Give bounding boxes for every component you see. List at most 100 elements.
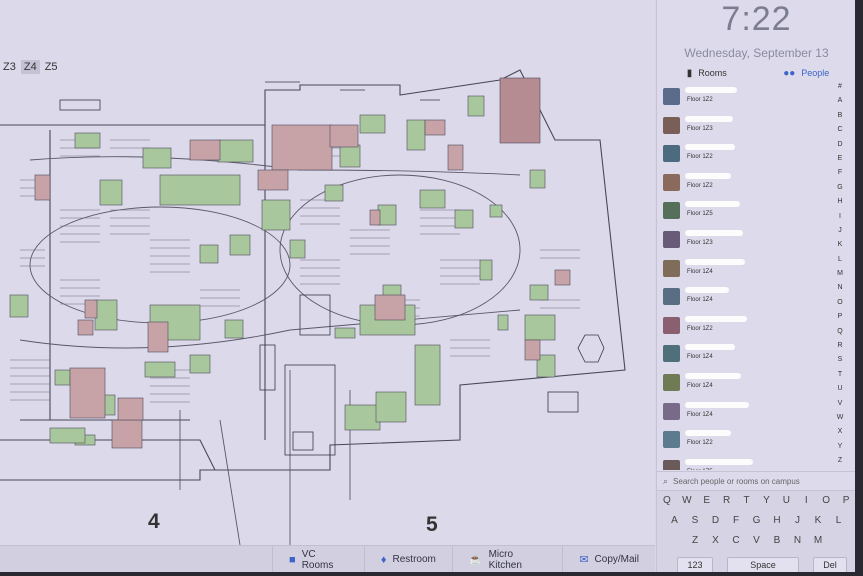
key[interactable]: W: [677, 495, 697, 506]
alphabet-index[interactable]: # A B C D E F G H I J K L M N O P Q R S T U V W X Y Z: [831, 80, 849, 469]
alphabet-letter[interactable]: R: [831, 339, 849, 353]
alphabet-letter[interactable]: P: [831, 310, 849, 324]
person-floor: Floor 1Z4: [687, 382, 713, 389]
redacted-name: [685, 372, 741, 379]
legend-copy-mail[interactable]: ✉ Copy/Mail: [562, 546, 655, 572]
list-item[interactable]: Floor 1Z3: [657, 227, 827, 256]
list-item[interactable]: Floor 1Z5: [657, 198, 827, 227]
rooms-people-toggle: ▮ Rooms ●● People: [657, 62, 855, 84]
alphabet-letter[interactable]: J: [831, 224, 849, 238]
alphabet-letter[interactable]: Z: [831, 454, 849, 468]
avatar: [663, 288, 680, 306]
key[interactable]: V: [746, 535, 767, 546]
alphabet-letter[interactable]: V: [831, 397, 849, 411]
key[interactable]: M: [808, 535, 829, 546]
key[interactable]: J: [787, 515, 808, 526]
redacted-name: [685, 258, 745, 265]
list-item[interactable]: Floor 1Z4: [657, 399, 827, 428]
alphabet-letter[interactable]: L: [831, 253, 849, 267]
person-floor: Floor 1Z3: [687, 239, 713, 246]
tab-rooms-label: Rooms: [698, 68, 727, 78]
alphabet-letter[interactable]: X: [831, 425, 849, 439]
legend-restroom[interactable]: ♦ Restroom: [363, 546, 452, 572]
people-list[interactable]: Floor 1Z2 Floor 1Z3 Floor 1Z2 Floor 1Z2 Floo…: [657, 84, 827, 470]
list-item[interactable]: Floor 1Z4: [657, 284, 827, 313]
list-item[interactable]: Floor 1Z2: [657, 313, 827, 342]
key[interactable]: K: [808, 515, 829, 526]
key[interactable]: Y: [757, 495, 777, 506]
key[interactable]: I: [796, 495, 816, 506]
keyboard-row-2: ASDFGHJKL: [657, 515, 855, 526]
legend-label: VC Rooms: [301, 548, 334, 571]
alphabet-letter[interactable]: U: [831, 382, 849, 396]
tab-rooms[interactable]: ▮ Rooms: [657, 62, 757, 84]
person-floor: Floor 1Z4: [687, 268, 713, 275]
alphabet-letter[interactable]: F: [831, 166, 849, 180]
key[interactable]: L: [828, 515, 849, 526]
key[interactable]: R: [717, 495, 737, 506]
key[interactable]: E: [697, 495, 717, 506]
alphabet-letter[interactable]: #: [831, 80, 849, 94]
key[interactable]: Z: [685, 535, 706, 546]
alphabet-letter[interactable]: O: [831, 296, 849, 310]
list-item[interactable]: Floor 1Z3: [657, 113, 827, 142]
list-item[interactable]: Floor 1Z4: [657, 256, 827, 285]
list-item[interactable]: Floor 1Z2: [657, 84, 827, 113]
key[interactable]: O: [816, 495, 836, 506]
envelope-icon: ✉: [579, 554, 589, 566]
side-panel: 7:22 Wednesday, September 13 ▮ Rooms ●● …: [656, 0, 855, 572]
numbers-key[interactable]: 123: [677, 557, 713, 572]
key[interactable]: N: [787, 535, 808, 546]
list-item[interactable]: Floor 1Z2: [657, 141, 827, 170]
key[interactable]: U: [776, 495, 796, 506]
key[interactable]: A: [664, 515, 685, 526]
alphabet-letter[interactable]: I: [831, 210, 849, 224]
key[interactable]: T: [737, 495, 757, 506]
alphabet-letter[interactable]: G: [831, 181, 849, 195]
search-input[interactable]: Search people or rooms on campus: [673, 477, 800, 486]
space-key[interactable]: Space: [727, 557, 799, 572]
zone-tab-z4[interactable]: Z4: [20, 60, 40, 74]
zone-tabs: Z3 Z4 Z5: [0, 60, 61, 74]
alphabet-letter[interactable]: W: [831, 411, 849, 425]
alphabet-letter[interactable]: B: [831, 109, 849, 123]
delete-key[interactable]: Del: [813, 557, 847, 572]
alphabet-letter[interactable]: Y: [831, 440, 849, 454]
key[interactable]: G: [746, 515, 767, 526]
alphabet-letter[interactable]: H: [831, 195, 849, 209]
search-bar[interactable]: ⌕ Search people or rooms on campus: [657, 471, 855, 491]
alphabet-letter[interactable]: C: [831, 123, 849, 137]
list-item[interactable]: Floor 1Z2: [657, 427, 827, 456]
key[interactable]: C: [726, 535, 747, 546]
key[interactable]: D: [705, 515, 726, 526]
legend-vc-rooms[interactable]: ■ VC Rooms: [272, 546, 364, 572]
alphabet-letter[interactable]: K: [831, 238, 849, 252]
zone-tab-z5[interactable]: Z5: [42, 60, 61, 74]
key[interactable]: Q: [657, 495, 677, 506]
key[interactable]: B: [767, 535, 788, 546]
key[interactable]: P: [836, 495, 855, 506]
key[interactable]: S: [685, 515, 706, 526]
legend-label: Copy/Mail: [594, 554, 639, 565]
alphabet-letter[interactable]: A: [831, 94, 849, 108]
person-floor: Floor 1Z3: [687, 125, 713, 132]
avatar: [663, 402, 680, 420]
legend-micro-kitchen[interactable]: ☕ Micro Kitchen: [451, 546, 562, 572]
list-item[interactable]: Floor 1Z2: [657, 170, 827, 199]
zone-tab-z3[interactable]: Z3: [0, 60, 19, 74]
key[interactable]: X: [705, 535, 726, 546]
alphabet-letter[interactable]: D: [831, 138, 849, 152]
alphabet-letter[interactable]: Q: [831, 325, 849, 339]
alphabet-letter[interactable]: E: [831, 152, 849, 166]
key[interactable]: F: [726, 515, 747, 526]
key[interactable]: H: [767, 515, 788, 526]
alphabet-letter[interactable]: M: [831, 267, 849, 281]
alphabet-letter[interactable]: N: [831, 281, 849, 295]
list-item[interactable]: Floor 1Z4: [657, 370, 827, 399]
list-item[interactable]: Floor 1Z5: [657, 456, 827, 470]
alphabet-letter[interactable]: T: [831, 368, 849, 382]
list-item[interactable]: Floor 1Z4: [657, 341, 827, 370]
campus-map[interactable]: Z3 Z4 Z5 4 5: [0, 0, 655, 545]
alphabet-letter[interactable]: S: [831, 353, 849, 367]
avatar: [663, 259, 680, 277]
